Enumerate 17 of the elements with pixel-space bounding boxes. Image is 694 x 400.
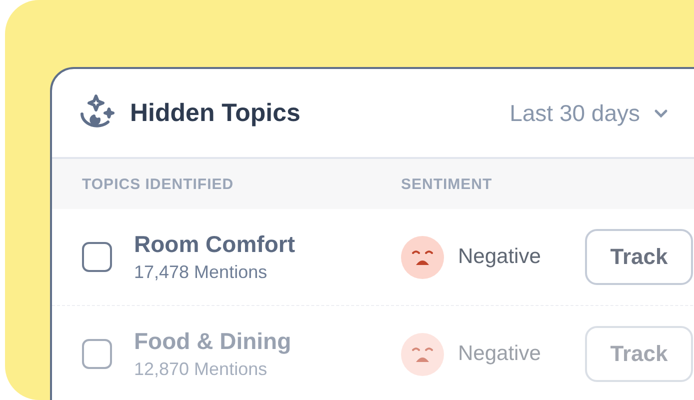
date-range-dropdown[interactable]: Last 30 days xyxy=(510,100,668,126)
column-header: TOPICS IDENTIFIED xyxy=(82,176,235,192)
sentiment-label: Negative xyxy=(458,245,541,269)
topic-name: Room Comfort xyxy=(134,231,296,258)
sad-face-icon xyxy=(401,332,444,376)
track-button[interactable]: Track xyxy=(585,326,693,382)
sentiment-label: Negative xyxy=(458,342,541,366)
sad-face-icon xyxy=(401,236,444,278)
mention-count: 12,870 Mentions xyxy=(134,359,268,380)
track-button[interactable]: Track xyxy=(585,229,693,285)
row-checkbox[interactable] xyxy=(82,339,112,369)
topic-name: Food & Dining xyxy=(134,328,292,355)
row-checkbox[interactable] xyxy=(82,242,112,272)
mention-count: 17,478 Mentions xyxy=(134,262,268,283)
card-title: Hidden Topics xyxy=(130,98,302,128)
column-header: SENTIMENT xyxy=(401,176,494,192)
chevron-down-icon xyxy=(654,108,668,118)
